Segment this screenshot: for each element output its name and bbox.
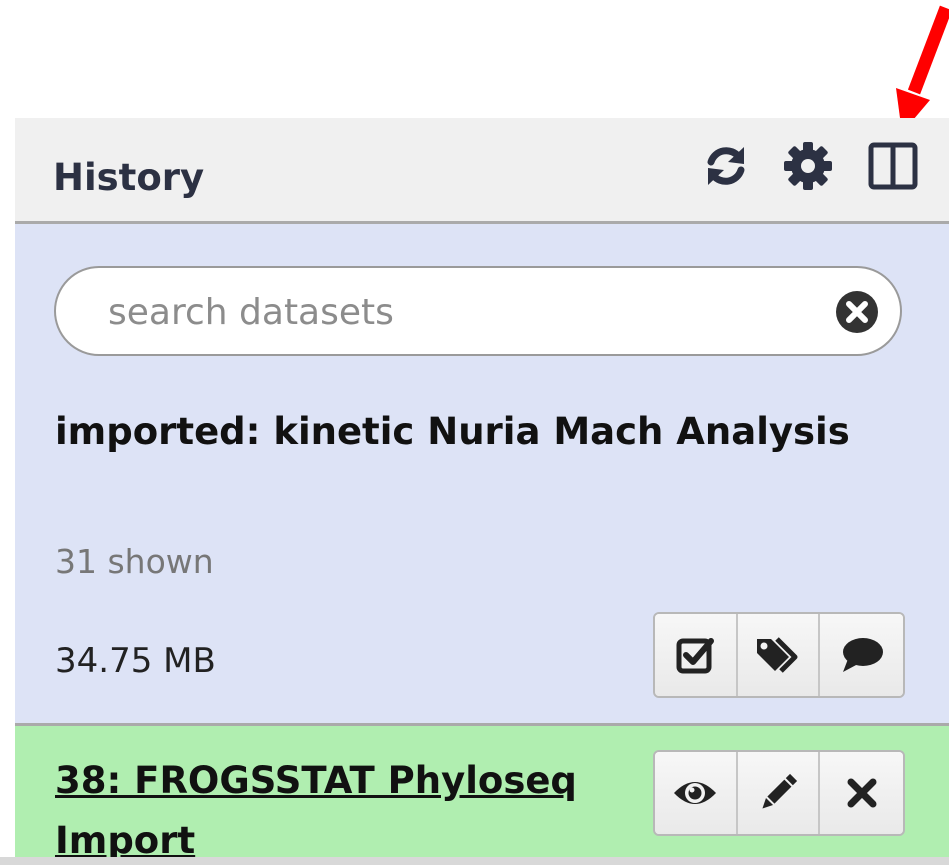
panel-title: History: [53, 156, 205, 199]
close-icon: [847, 778, 877, 808]
tags-icon: [757, 637, 798, 673]
edit-tags-button[interactable]: [737, 614, 821, 696]
gear-icon[interactable]: [782, 140, 834, 192]
refresh-icon[interactable]: [700, 140, 752, 192]
screenshot-stage: History search datasets imported: kineti…: [0, 0, 949, 865]
eye-icon: [674, 782, 717, 804]
bottom-edge: [0, 857, 949, 865]
edit-dataset-button[interactable]: [737, 752, 821, 834]
delete-dataset-button[interactable]: [820, 752, 903, 834]
columns-icon[interactable]: [867, 140, 919, 192]
search-box: [54, 266, 902, 356]
shown-count: 31 shown: [55, 542, 214, 581]
select-datasets-button[interactable]: [655, 614, 738, 696]
history-summary: imported: kinetic Nuria Mach Analysis 31…: [15, 224, 949, 723]
dataset-item: 38: FROGSSTAT Phyloseq Import: [15, 726, 949, 865]
search-input[interactable]: [108, 284, 798, 340]
check-square-icon: [676, 638, 715, 674]
comment-icon: [842, 638, 883, 672]
dataset-title[interactable]: 38: FROGSSTAT Phyloseq Import: [55, 751, 635, 865]
view-dataset-button[interactable]: [655, 752, 738, 834]
clear-search-icon[interactable]: [835, 290, 879, 334]
dataset-button-group: [653, 750, 905, 836]
history-name[interactable]: imported: kinetic Nuria Mach Analysis: [55, 402, 915, 462]
history-panel: History search datasets imported: kineti…: [15, 118, 949, 865]
history-size: 34.75 MB: [55, 641, 216, 681]
history-button-group: [653, 612, 905, 698]
panel-header: History: [15, 118, 949, 224]
edit-annotation-button[interactable]: [820, 614, 903, 696]
pencil-icon: [762, 773, 798, 809]
